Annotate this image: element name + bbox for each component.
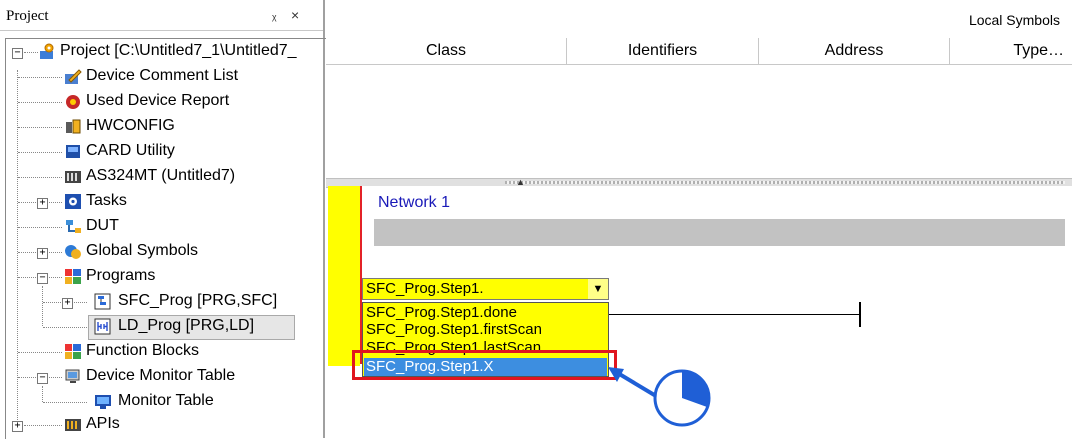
tree-item-label: Monitor Table <box>118 392 214 409</box>
function-blocks-icon <box>65 344 81 359</box>
chevron-down-icon[interactable]: ▼ <box>588 279 608 299</box>
tree-item-card-utility[interactable]: CARD Utility <box>0 140 330 165</box>
apis-icon <box>65 419 81 431</box>
column-identifiers[interactable]: Identifiers <box>567 38 759 64</box>
symbols-column-header: Class Identifiers Address Type… <box>326 38 1072 65</box>
tasks-icon <box>65 194 81 209</box>
tree-item-label: LD_Prog [PRG,LD] <box>118 317 255 334</box>
network-comment-bar[interactable] <box>374 219 1065 246</box>
tree-item-label: DUT <box>86 217 119 234</box>
expand-icon[interactable]: + <box>62 298 73 309</box>
expand-icon[interactable]: + <box>37 198 48 209</box>
tree-item-label: Device Comment List <box>86 67 239 84</box>
tree-item-label: SFC_Prog [PRG,SFC] <box>118 292 278 309</box>
tree-item-label: CARD Utility <box>86 142 175 159</box>
annotation-arrow-icon <box>608 367 711 427</box>
tree-item-project[interactable]: − Project [C:\Untitled7_1\Untitled7_ <box>0 40 330 65</box>
tree-item-label: Global Symbols <box>86 242 199 259</box>
network-number-bar <box>328 186 360 366</box>
splitter-grip[interactable] <box>505 181 1065 184</box>
tree-item-ld-prog[interactable]: LD_Prog [PRG,LD] <box>0 315 330 340</box>
tree-item-plc[interactable]: AS324MT (Untitled7) <box>0 165 330 190</box>
tree-item-global-symbols[interactable]: + Global Symbols <box>0 240 330 265</box>
tree-item-label: Project [C:\Untitled7_1\Untitled7_ <box>60 42 297 59</box>
collapse-icon[interactable]: − <box>37 373 48 384</box>
project-gear-icon <box>40 43 54 59</box>
dropdown-item-done[interactable]: SFC_Prog.Step1.done <box>366 304 517 321</box>
tree-item-label: Programs <box>86 267 156 284</box>
plc-icon <box>65 171 81 183</box>
tree-item-label: Used Device Report <box>86 92 230 109</box>
column-address[interactable]: Address <box>759 38 950 64</box>
local-symbols-title: Local Symbols <box>968 12 1060 28</box>
card-utility-icon <box>66 145 80 158</box>
rung-wire <box>598 314 860 315</box>
tree-item-monitor-table[interactable]: Monitor Table <box>0 390 330 415</box>
tree-item-label: HWCONFIG <box>86 117 175 134</box>
rung-end-contact <box>859 302 861 327</box>
tree-item-programs[interactable]: − Programs <box>0 265 330 290</box>
tree-item-dut[interactable]: DUT <box>0 215 330 240</box>
local-symbols-pane: Local Symbols Class Identifiers Address … <box>326 0 1072 178</box>
annotation-highlight-box <box>352 350 617 380</box>
tree-item-label: AS324MT (Untitled7) <box>86 167 236 184</box>
tree-item-label: APIs <box>86 415 120 432</box>
device-report-icon <box>66 95 80 109</box>
collapse-icon[interactable]: − <box>12 48 23 59</box>
tree-item-hwconfig[interactable]: HWCONFIG <box>0 115 330 140</box>
variable-combobox-value[interactable]: SFC_Prog.Step1. <box>366 280 484 297</box>
ld-program-icon <box>94 318 111 335</box>
tree-item-tasks[interactable]: + Tasks <box>0 190 330 215</box>
tree-item-label: Device Monitor Table <box>86 367 236 384</box>
column-class[interactable]: Class <box>326 38 567 64</box>
tree-item-device-comment-list[interactable]: Device Comment List <box>0 65 330 90</box>
programs-icon <box>65 269 81 284</box>
local-symbols-header: Local Symbols <box>326 0 1072 39</box>
global-symbols-icon <box>65 245 81 259</box>
monitor-table-icon <box>95 395 111 409</box>
column-type[interactable]: Type… <box>950 38 1070 64</box>
tree-item-sfc-prog[interactable]: + SFC_Prog [PRG,SFC] <box>0 290 330 315</box>
tree-item-label: Tasks <box>86 192 127 209</box>
tree-item-device-monitor-table[interactable]: − Device Monitor Table <box>0 365 330 390</box>
dropdown-item-firstscan[interactable]: SFC_Prog.Step1.firstScan <box>366 321 542 338</box>
collapse-icon[interactable]: − <box>37 273 48 284</box>
tree-item-apis[interactable]: + APIs <box>0 413 330 438</box>
project-tree: − Project [C:\Untitled7_1\Untitled7_ Dev… <box>0 0 325 438</box>
expand-icon[interactable]: + <box>12 421 23 432</box>
network-label: Network 1 <box>378 194 451 211</box>
comment-list-icon <box>65 69 82 84</box>
sfc-program-icon <box>94 293 111 310</box>
monitor-table-group-icon <box>65 369 80 383</box>
tree-item-label: Function Blocks <box>86 342 199 359</box>
dut-icon <box>66 220 81 233</box>
hwconfig-icon <box>66 119 81 134</box>
tree-item-used-device-report[interactable]: Used Device Report <box>0 90 330 115</box>
expand-icon[interactable]: + <box>37 248 48 259</box>
tree-item-function-blocks[interactable]: Function Blocks <box>0 340 330 365</box>
